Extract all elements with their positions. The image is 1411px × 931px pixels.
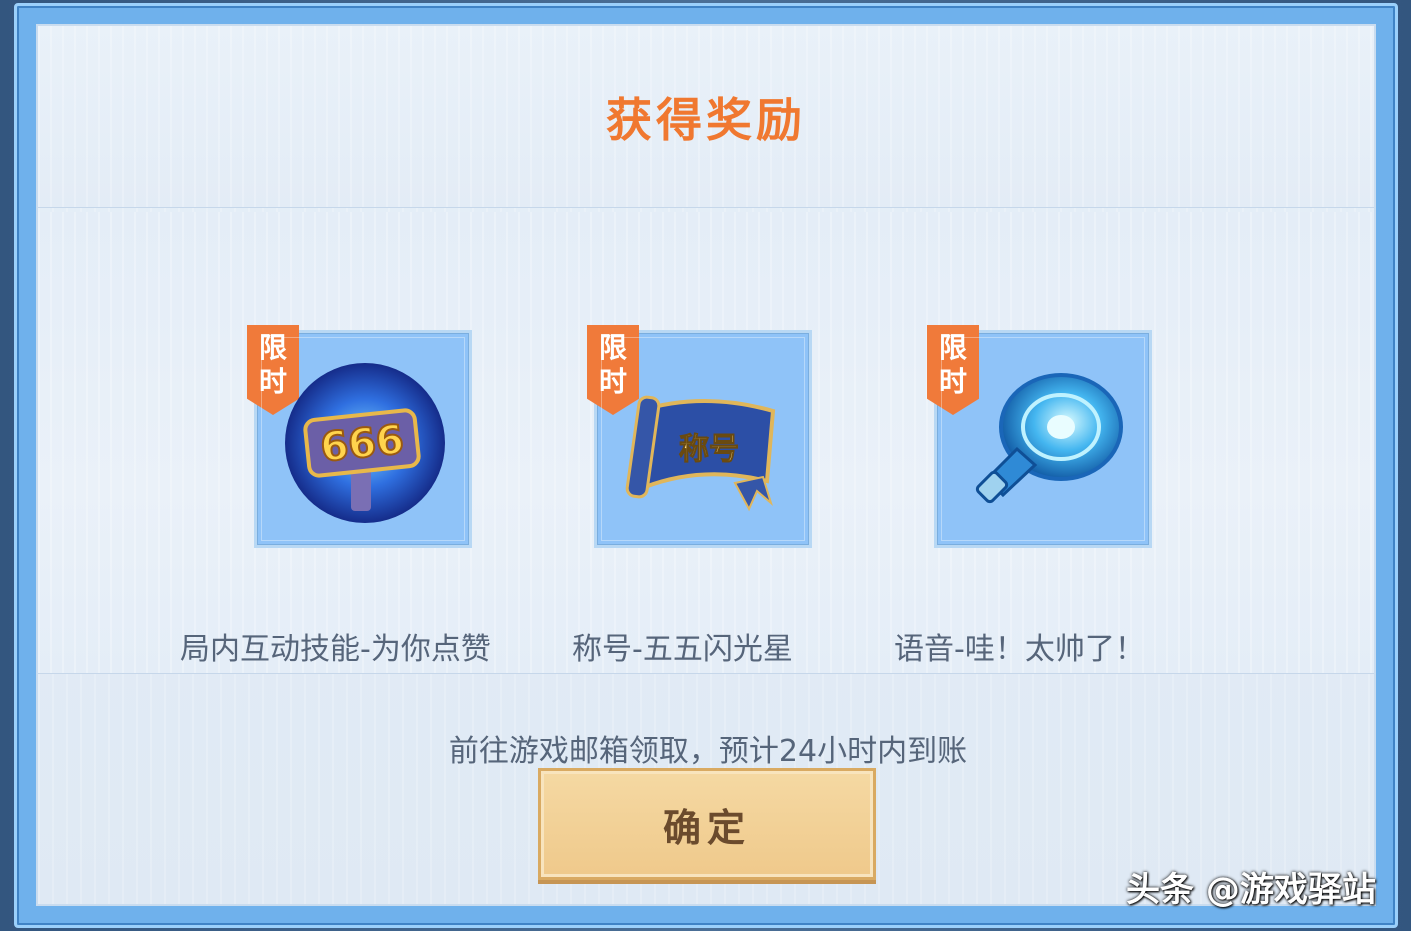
- reward-name-1: 局内互动技能-为你点赞: [180, 632, 491, 667]
- limited-time-tag: 限 时: [587, 325, 639, 415]
- title-scroll-icon: 称号: [617, 353, 789, 525]
- confirm-button[interactable]: 确定: [538, 768, 876, 880]
- confirm-button-label: 确定: [662, 805, 751, 850]
- 666-thumbs-up-hammer-icon: 666: [277, 353, 449, 525]
- limited-time-tag: 限 时: [247, 325, 299, 415]
- reward-card-2[interactable]: 限 时 称号: [587, 325, 812, 548]
- reward-name-3: 语音-哇！太帅了！: [894, 632, 1145, 667]
- tag-char: 限: [938, 331, 967, 364]
- reward-dialog: 获得奖励 限 时 666 局内互动技能-为你点赞 限 时 称号 称号-五五闪光星…: [36, 24, 1376, 906]
- tag-char: 限: [598, 331, 627, 364]
- reward-card-1[interactable]: 限 时 666: [247, 325, 472, 548]
- tag-char: 时: [258, 365, 287, 398]
- reward-card-3[interactable]: 限 时: [927, 325, 1152, 548]
- tag-char: 时: [938, 365, 967, 398]
- speaker-horn-icon: [957, 353, 1129, 525]
- tag-char: 限: [258, 331, 287, 364]
- watermark: 头条 @游戏驿站: [1126, 870, 1376, 910]
- scroll-text: 称号: [679, 432, 739, 467]
- limited-time-tag: 限 时: [927, 325, 979, 415]
- reward-name-2: 称号-五五闪光星: [572, 632, 793, 667]
- svg-text:666: 666: [318, 417, 406, 471]
- claim-notice: 前往游戏邮箱领取，预计24小时内到账: [448, 734, 968, 769]
- tag-char: 时: [598, 365, 627, 398]
